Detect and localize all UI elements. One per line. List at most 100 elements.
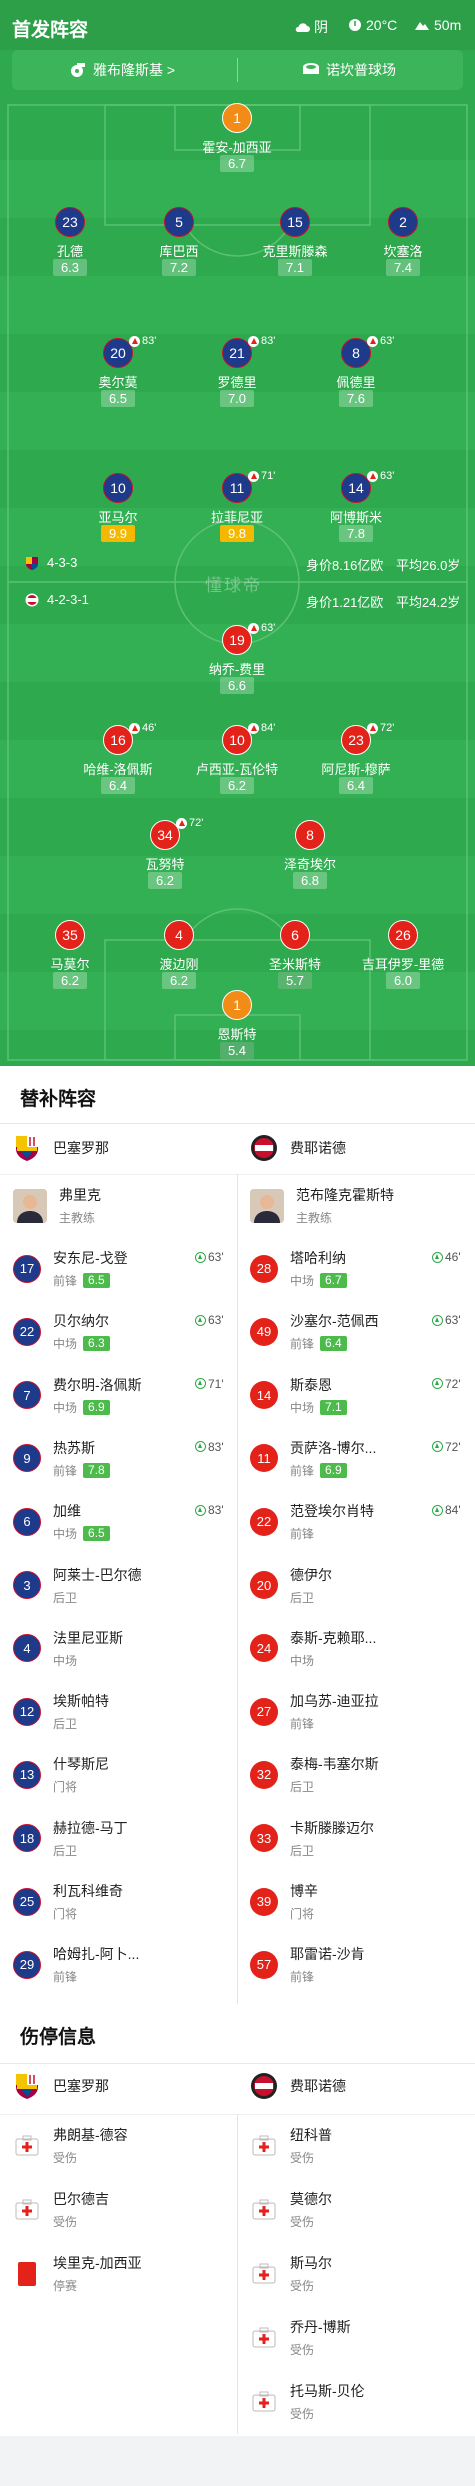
player-position: 中场 <box>53 1527 78 1542</box>
sub-minute: 72' <box>445 1439 461 1454</box>
injury-row[interactable]: 斯马尔 受伤 <box>250 2242 332 2305</box>
substitute-row[interactable]: 25 利瓦科维奇 门将 <box>13 1870 123 1933</box>
player-name: 加乌苏-迪亚拉 <box>290 1693 379 1710</box>
player-name: 亚马尔 <box>98 510 138 525</box>
substitution-time: 63' <box>367 335 394 347</box>
injury-row[interactable]: 巴尔德吉 受伤 <box>13 2178 109 2241</box>
substitute-row[interactable]: 12 埃斯帕特 后卫 <box>13 1680 109 1743</box>
substitute-row[interactable]: 13 什琴斯尼 门将 <box>13 1743 109 1806</box>
player-name: 耶雷诺-沙肯 <box>290 1946 365 1963</box>
home-team-header[interactable]: 巴塞罗那 <box>13 1134 109 1162</box>
substitution-time: 84' <box>248 722 275 734</box>
injury-row[interactable]: 乔丹-博斯 受伤 <box>250 2306 351 2369</box>
substitute-row[interactable]: 28 塔哈利纳 中场 6.7 <box>250 1237 347 1300</box>
injury-status: 停赛 <box>53 2279 78 2293</box>
player-position: 后卫 <box>53 1717 78 1732</box>
player-number: 27 <box>250 1697 278 1726</box>
substitute-row[interactable]: 18 赫拉德-马丁 后卫 <box>13 1807 128 1870</box>
player-position: 中场 <box>53 1400 78 1415</box>
substitution-time: 72' <box>176 817 203 829</box>
sub-minute: 63' <box>380 470 395 482</box>
player-position: 后卫 <box>290 1780 315 1795</box>
substitute-row[interactable]: 11 贡萨洛-博尔... 前锋 6.9 <box>250 1427 376 1490</box>
injury-row[interactable]: 纽科普 受伤 <box>250 2114 332 2177</box>
home-formation: 4-3-3 <box>25 555 77 570</box>
sub-on-icon <box>432 1441 443 1453</box>
player-number: 35 <box>55 920 85 950</box>
substitute-row[interactable]: 22 范登埃尔肖特 前锋 <box>250 1490 374 1553</box>
player-rating: 6.2 <box>162 972 196 989</box>
temperature-value: 20°C <box>366 17 398 33</box>
substitute-row[interactable]: 24 泰斯-克赖耶... 中场 <box>250 1617 376 1680</box>
player-rating: 7.1 <box>278 259 312 276</box>
substitute-row[interactable]: 29 哈姆扎-阿卜... 前锋 <box>13 1933 139 1996</box>
player-rating: 5.4 <box>220 1042 254 1059</box>
player-name: 德伊尔 <box>290 1566 332 1583</box>
player-number: 32 <box>250 1760 278 1789</box>
red-card-icon <box>18 2261 36 2286</box>
weather-label: 阴 <box>314 19 328 35</box>
substitute-row[interactable]: 39 博辛 门将 <box>250 1870 318 1933</box>
player-number: 13 <box>13 1760 41 1789</box>
sub-minute: 84' <box>445 1503 461 1518</box>
player-position: 中场 <box>290 1653 315 1668</box>
substitute-row[interactable]: 20 德伊尔 后卫 <box>250 1554 332 1617</box>
player-name: 坎塞洛 <box>383 244 423 259</box>
away-coach[interactable]: 范布隆克霍斯特 主教练 <box>250 1174 394 1237</box>
substitute-row[interactable]: 6 加维 中场 6.5 <box>13 1490 110 1553</box>
substitute-row[interactable]: 17 安东尼-戈登 前锋 6.5 <box>13 1237 128 1300</box>
substitutes-section: 替补阵容 巴塞罗那 费耶诺德 弗里克 主教练 范布隆克霍斯特 主教练 17 安东尼-戈登前… <box>0 1066 475 2006</box>
substitute-row[interactable]: 22 贝尔纳尔 中场 6.3 <box>13 1300 110 1363</box>
substitution-time: 63' <box>367 470 394 482</box>
medical-kit-icon <box>15 2199 39 2219</box>
injury-status: 受伤 <box>53 2151 78 2165</box>
away-team-header[interactable]: 费耶诺德 <box>250 1134 346 1162</box>
player-position: 前锋 <box>290 1970 315 1985</box>
substitute-row[interactable]: 7 费尔明-洛佩斯 中场 6.9 <box>13 1364 142 1427</box>
injury-row[interactable]: 弗朗基-德容 受伤 <box>13 2114 128 2177</box>
sub-off-icon <box>367 722 378 734</box>
substitute-row[interactable]: 14 斯泰恩 中场 7.1 <box>250 1364 347 1427</box>
sub-minute: 83' <box>261 335 276 347</box>
injury-row[interactable]: 托马斯-贝伦 受伤 <box>250 2370 365 2433</box>
substitute-row[interactable]: 3 阿莱士-巴尔德 后卫 <box>13 1554 142 1617</box>
substitute-row[interactable]: 32 泰梅-韦塞尔斯 后卫 <box>250 1743 379 1806</box>
player-position: 门将 <box>53 1907 78 1921</box>
sub-minute: 83' <box>142 335 157 347</box>
sub-on-time: 46' <box>432 1250 461 1264</box>
player-position: 前锋 <box>53 1463 78 1478</box>
substitute-row[interactable]: 27 加乌苏-迪亚拉 前锋 <box>250 1680 379 1743</box>
player-name: 纽科普 <box>290 2127 332 2143</box>
injury-row[interactable]: 埃里克-加西亚 停赛 <box>13 2242 142 2305</box>
coach-avatar <box>250 1188 284 1223</box>
sub-minute: 63' <box>261 622 276 634</box>
player-name: 克里斯滕森 <box>262 244 328 259</box>
player-rating: 6.6 <box>220 677 254 694</box>
injury-home-header[interactable]: 巴塞罗那 <box>13 2072 109 2100</box>
referee-link[interactable]: 雅布隆斯基 > <box>69 60 175 80</box>
substitute-row[interactable]: 57 耶雷诺-沙肯 前锋 <box>250 1933 365 1996</box>
feyenoord-crest-icon <box>25 593 39 606</box>
substitute-row[interactable]: 4 法里尼亚斯 中场 <box>13 1617 123 1680</box>
home-avg-age: 平均26.0岁 <box>396 558 461 573</box>
coach-role: 主教练 <box>59 1211 96 1225</box>
player-number: 8 <box>295 820 325 850</box>
substitute-row[interactable]: 9 热苏斯 前锋 7.8 <box>13 1427 110 1490</box>
player-number: 7 <box>13 1381 41 1410</box>
injury-row[interactable]: 莫德尔 受伤 <box>250 2178 332 2241</box>
pitch: 首发阵容 阴 20°C 50m 雅布隆斯基 > 诺坎普球场 1 霍安-加西亚 6.7… <box>0 0 475 1066</box>
player-position: 前锋 <box>290 1337 315 1352</box>
injury-status: 受伤 <box>290 2343 315 2357</box>
substitute-row[interactable]: 49 沙塞尔-范佩西 前锋 6.4 <box>250 1300 379 1363</box>
sub-minute: 72' <box>380 722 395 734</box>
substitution-time: 83' <box>129 335 156 347</box>
player-name: 阿莱士-巴尔德 <box>53 1566 142 1583</box>
stadium: 诺坎普球场 <box>302 60 396 80</box>
player-name: 贡萨洛-博尔... <box>290 1439 377 1456</box>
substitute-row[interactable]: 33 卡斯滕滕迈尔 后卫 <box>250 1807 374 1870</box>
player-name: 利瓦科维奇 <box>53 1883 123 1899</box>
player-name: 佩德里 <box>336 375 376 390</box>
injury-away-header[interactable]: 费耶诺德 <box>250 2072 346 2100</box>
home-coach[interactable]: 弗里克 主教练 <box>13 1174 101 1237</box>
medical-kit-icon <box>252 2135 276 2155</box>
